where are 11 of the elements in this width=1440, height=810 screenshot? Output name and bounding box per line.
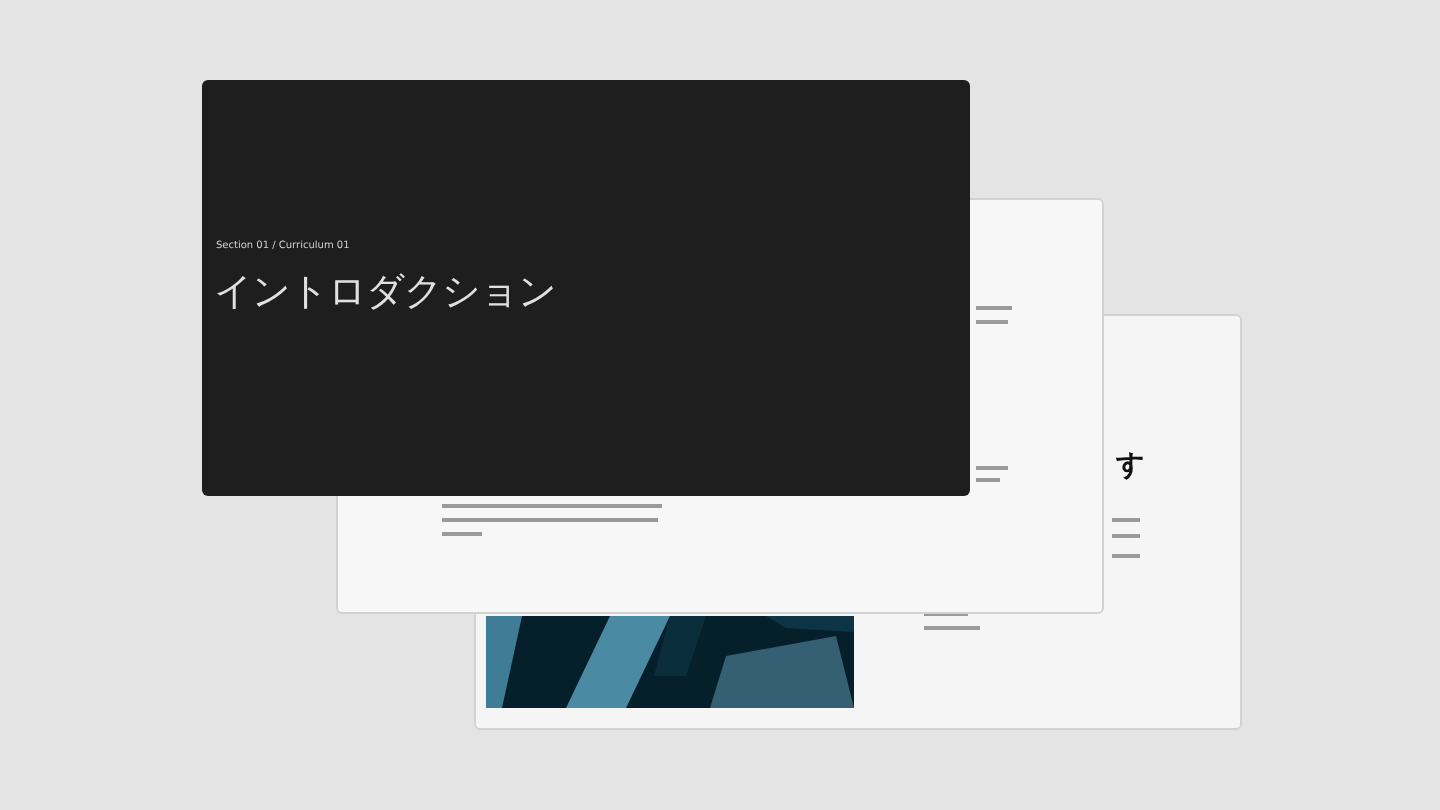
text-line xyxy=(976,466,1008,470)
slide-title: イントロダクション xyxy=(214,268,556,318)
text-line xyxy=(1112,534,1140,538)
text-line xyxy=(924,626,980,630)
text-line xyxy=(976,306,1012,310)
slide-heading: す xyxy=(1116,448,1144,484)
text-line xyxy=(976,478,1000,482)
text-line xyxy=(442,532,482,536)
text-line xyxy=(976,320,1008,324)
text-line xyxy=(1112,518,1140,522)
text-line xyxy=(1112,554,1140,558)
